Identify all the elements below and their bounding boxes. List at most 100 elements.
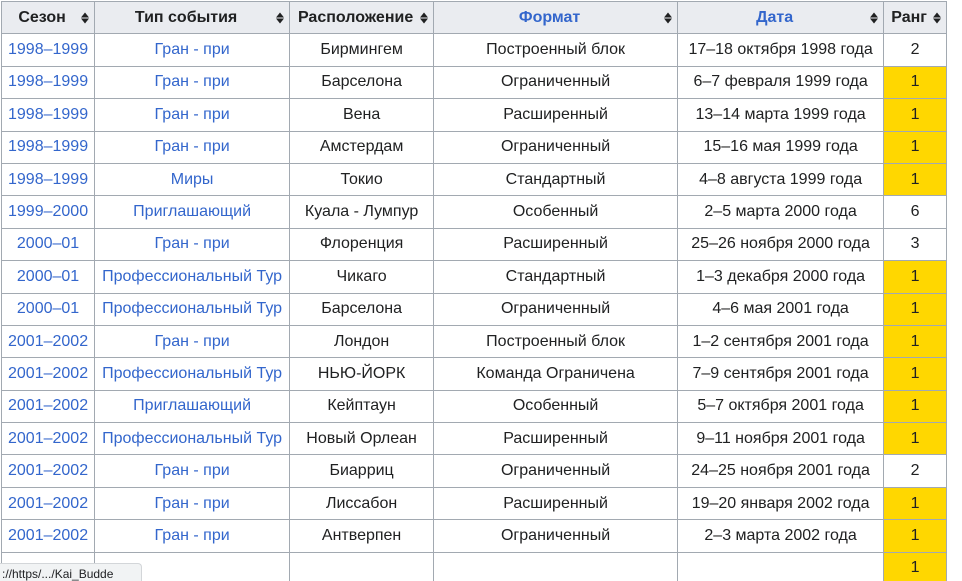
- event-type-cell: Гран - при: [94, 324, 291, 359]
- location-cell: Лондон: [289, 324, 435, 359]
- column-header-label: Расположение: [297, 8, 414, 26]
- season-link[interactable]: 2000–01: [17, 268, 79, 285]
- event-type-link[interactable]: Профессиональный Тур: [102, 365, 282, 382]
- rank-cell: 1: [883, 162, 948, 197]
- table-row: 1999–2000 Приглашающий Куала - Лумпур Особе…: [0, 195, 948, 229]
- date-cell: 1–3 декабря 2000 года: [677, 260, 885, 294]
- event-type-link[interactable]: Приглашающий: [133, 203, 251, 220]
- season-cell: 1999–2000: [0, 195, 96, 229]
- sort-arrows-icon[interactable]: [276, 12, 285, 24]
- event-type-link[interactable]: Профессиональный Тур: [102, 268, 282, 285]
- event-type-link[interactable]: Гран - при: [155, 106, 230, 123]
- event-type-cell: Приглашающий: [94, 195, 291, 229]
- season-link[interactable]: 2001–2002: [8, 527, 88, 544]
- format-text: Расширенный: [503, 105, 608, 123]
- location-text: Токио: [340, 170, 383, 188]
- sort-arrows-icon[interactable]: [664, 12, 673, 24]
- event-type-link[interactable]: Гран - при: [155, 495, 230, 512]
- rank-text: 1: [910, 526, 920, 544]
- event-type-link[interactable]: Гран - при: [155, 138, 230, 155]
- column-header-label[interactable]: Формат: [519, 9, 580, 26]
- sort-arrows-icon[interactable]: [933, 12, 942, 24]
- event-type-link[interactable]: Гран - при: [155, 527, 230, 544]
- date-cell: 7–9 сентября 2001 года: [677, 357, 885, 391]
- season-link[interactable]: 2001–2002: [8, 333, 88, 350]
- rank-cell: 1: [883, 65, 948, 100]
- season-link[interactable]: 2001–2002: [8, 462, 88, 479]
- season-link[interactable]: 1998–1999: [8, 41, 88, 58]
- date-cell: 24–25 ноября 2001 года: [677, 454, 885, 488]
- column-header-rank[interactable]: Ранг: [883, 0, 948, 35]
- sort-arrows-icon[interactable]: [420, 12, 429, 24]
- season-link[interactable]: 1998–1999: [8, 106, 88, 123]
- column-header-season[interactable]: Сезон: [0, 0, 96, 35]
- date-text: 24–25 ноября 2001 года: [691, 462, 870, 480]
- location-cell: Лиссабон: [289, 486, 435, 521]
- season-link[interactable]: 1999–2000: [8, 203, 88, 220]
- event-type-link[interactable]: Гран - при: [155, 73, 230, 90]
- season-link[interactable]: 1998–1999: [8, 73, 88, 90]
- event-type-link[interactable]: Приглашающий: [133, 397, 251, 414]
- column-header-date[interactable]: Дата: [677, 0, 885, 35]
- event-type-cell: Гран - при: [94, 454, 291, 488]
- date-text: 25–26 ноября 2000 года: [691, 235, 870, 253]
- season-link[interactable]: 2000–01: [17, 300, 79, 317]
- table-header: Сезон Тип события Расположение Формат Дата Ра…: [0, 0, 948, 35]
- season-cell: 2001–2002: [0, 422, 96, 456]
- date-cell: 2–3 марта 2002 года: [677, 519, 885, 553]
- season-link[interactable]: 2000–01: [17, 235, 79, 252]
- season-cell: 1998–1999: [0, 162, 96, 197]
- sort-arrows-icon[interactable]: [870, 12, 879, 24]
- sort-arrows-icon[interactable]: [81, 12, 90, 24]
- location-text: Куала - Лумпур: [304, 203, 419, 221]
- format-text: Расширенный: [503, 235, 608, 253]
- event-type-link[interactable]: Профессиональный Тур: [102, 430, 282, 447]
- table-row: 1998–1999 Миры Токио Стандартный 4–8 августа…: [0, 162, 948, 197]
- event-type-link[interactable]: Миры: [171, 171, 214, 188]
- event-type-link[interactable]: Гран - при: [155, 235, 230, 252]
- season-link[interactable]: 2001–2002: [8, 365, 88, 382]
- table-row: 1998–1999 Гран - при Вена Расширенный 13–14 …: [0, 98, 948, 132]
- date-text: 7–9 сентября 2001 года: [692, 364, 869, 382]
- season-link[interactable]: 1998–1999: [8, 171, 88, 188]
- event-type-link[interactable]: Гран - при: [155, 41, 230, 58]
- format-text: Ограниченный: [500, 138, 611, 156]
- column-header-label[interactable]: Дата: [756, 9, 793, 26]
- rank-text: 3: [910, 235, 920, 253]
- format-cell: Расширенный: [433, 227, 679, 262]
- column-header-location[interactable]: Расположение: [289, 0, 435, 35]
- column-header-format[interactable]: Формат: [433, 0, 679, 35]
- season-cell: 2001–2002: [0, 454, 96, 488]
- location-text: Барселона: [321, 73, 402, 91]
- rank-cell: 1: [883, 292, 948, 326]
- rank-text: 2: [910, 462, 920, 480]
- season-link[interactable]: 2001–2002: [8, 397, 88, 414]
- event-type-link[interactable]: Гран - при: [155, 333, 230, 350]
- event-type-cell: Миры: [94, 162, 291, 197]
- column-header-event-type[interactable]: Тип события: [94, 0, 291, 35]
- rank-text: 1: [910, 364, 920, 382]
- rank-text: 1: [910, 332, 920, 350]
- table-body: 1998–1999 Гран - при Бирмингем Построенный …: [0, 33, 948, 581]
- table-row: 2000–01 Профессиональный Тур Чикаго Стандар…: [0, 260, 948, 294]
- season-cell: 1998–1999: [0, 98, 96, 132]
- location-text: Антверпен: [321, 526, 402, 544]
- table-row: 2001–2002 Гран - при Лондон Построенный бло…: [0, 324, 948, 359]
- location-cell: НЬЮ-ЙОРК: [289, 357, 435, 391]
- season-link[interactable]: 2001–2002: [8, 430, 88, 447]
- rank-cell: 1: [883, 551, 948, 581]
- format-text: Стандартный: [505, 170, 606, 188]
- season-cell: 1998–1999: [0, 65, 96, 100]
- table-row: 2001–2002 Приглашающий Кейптаун Особенный 5–…: [0, 389, 948, 424]
- event-type-link[interactable]: Гран - при: [155, 462, 230, 479]
- event-type-cell: Гран - при: [94, 65, 291, 100]
- date-cell: 6–7 февраля 1999 года: [677, 65, 885, 100]
- season-link[interactable]: 2001–2002: [8, 495, 88, 512]
- event-type-link[interactable]: Профессиональный Тур: [102, 300, 282, 317]
- season-link[interactable]: 1998–1999: [8, 138, 88, 155]
- season-cell: 2000–01: [0, 227, 96, 262]
- date-cell: 5–7 октября 2001 года: [677, 389, 885, 424]
- event-type-cell: Профессиональный Тур: [94, 422, 291, 456]
- location-cell: Куала - Лумпур: [289, 195, 435, 229]
- format-text: Стандартный: [505, 267, 606, 285]
